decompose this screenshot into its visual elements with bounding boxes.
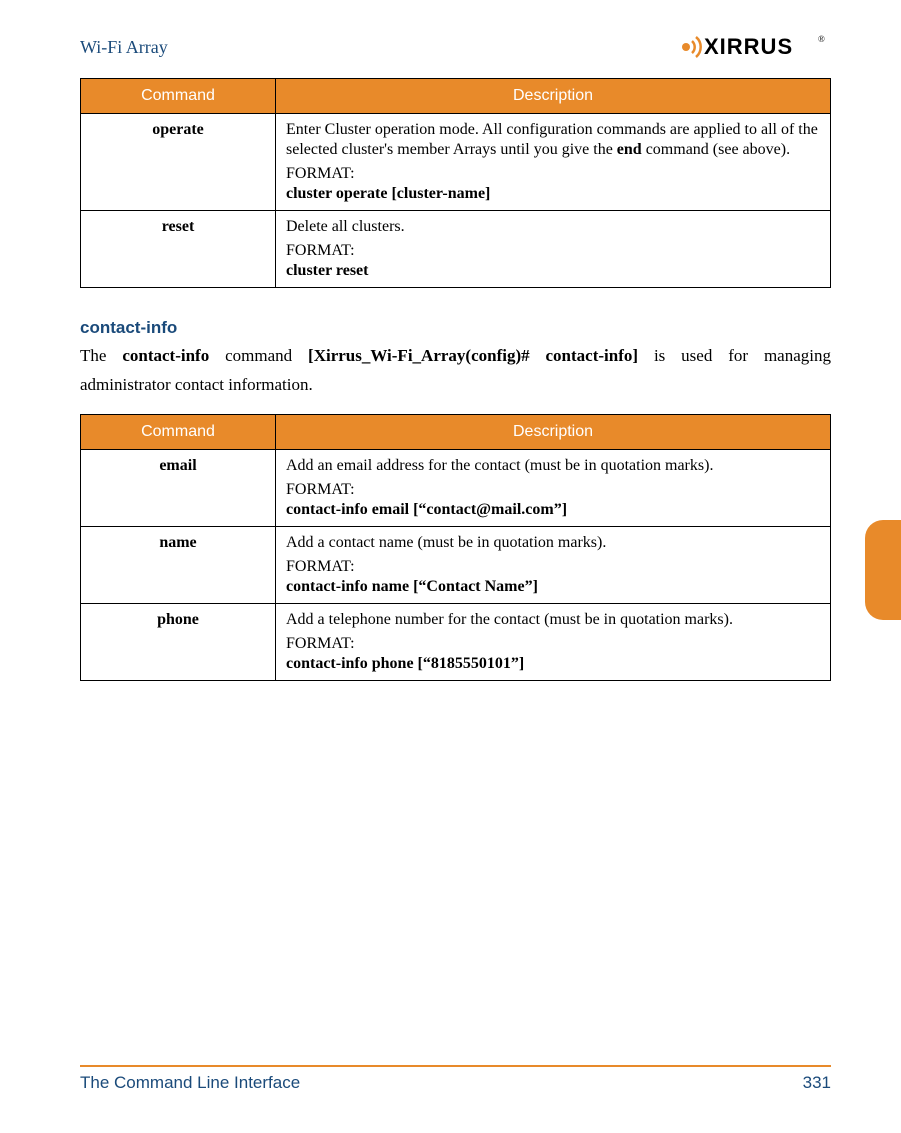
xirrus-logo-icon: XIRRUS ®: [671, 32, 831, 62]
svg-text:®: ®: [818, 34, 825, 44]
section-paragraph: The contact-info command [Xirrus_Wi-Fi_A…: [80, 342, 831, 400]
command-name: operate: [81, 114, 276, 211]
format-label: FORMAT:: [286, 480, 820, 500]
table-row: name Add a contact name (must be in quot…: [81, 526, 831, 603]
command-name: phone: [81, 603, 276, 680]
command-name: email: [81, 449, 276, 526]
section-heading-contact-info: contact-info: [80, 318, 831, 338]
format-code: contact-info email [“contact@mail.com”]: [286, 500, 820, 520]
section-text: The: [80, 346, 122, 365]
table1-header-description: Description: [276, 79, 831, 114]
page-footer: The Command Line Interface 331: [80, 1065, 831, 1093]
format-code: cluster reset: [286, 261, 820, 281]
command-description: Enter Cluster operation mode. All config…: [276, 114, 831, 211]
desc-text: Add an email address for the contact (mu…: [286, 456, 820, 476]
table-row: reset Delete all clusters. FORMAT: clust…: [81, 211, 831, 288]
desc-text: Add a contact name (must be in quotation…: [286, 533, 820, 553]
header-title: Wi-Fi Array: [80, 37, 168, 58]
svg-text:XIRRUS: XIRRUS: [704, 34, 793, 59]
table2-header-command: Command: [81, 414, 276, 449]
table1-header-command: Command: [81, 79, 276, 114]
section-text: command: [209, 346, 308, 365]
footer-page-number: 331: [803, 1073, 831, 1093]
command-description: Delete all clusters. FORMAT: cluster res…: [276, 211, 831, 288]
desc-text: Add a telephone number for the contact (…: [286, 610, 820, 630]
footer-chapter-title: The Command Line Interface: [80, 1073, 300, 1093]
table-row: operate Enter Cluster operation mode. Al…: [81, 114, 831, 211]
command-description: Add a contact name (must be in quotation…: [276, 526, 831, 603]
format-code: contact-info phone [“8185550101”]: [286, 654, 820, 674]
brand-logo: XIRRUS ®: [671, 32, 831, 62]
command-name: name: [81, 526, 276, 603]
section-bold: [Xirrus_Wi-Fi_Array(config)# contact-inf…: [308, 346, 638, 365]
format-label: FORMAT:: [286, 164, 820, 184]
format-code: cluster operate [cluster-name]: [286, 184, 820, 204]
side-thumb-tab: [865, 520, 901, 620]
footer-divider: [80, 1065, 831, 1067]
section-bold: contact-info: [122, 346, 209, 365]
command-description: Add a telephone number for the contact (…: [276, 603, 831, 680]
page-header: Wi-Fi Array XIRRUS ®: [80, 32, 831, 62]
contact-info-commands-table: Command Description email Add an email a…: [80, 414, 831, 681]
desc-text: Delete all clusters.: [286, 217, 820, 237]
cluster-commands-table: Command Description operate Enter Cluste…: [80, 78, 831, 288]
table-row: phone Add a telephone number for the con…: [81, 603, 831, 680]
table2-header-description: Description: [276, 414, 831, 449]
desc-bold: end: [617, 141, 642, 158]
format-label: FORMAT:: [286, 241, 820, 261]
format-code: contact-info name [“Contact Name”]: [286, 577, 820, 597]
command-description: Add an email address for the contact (mu…: [276, 449, 831, 526]
format-label: FORMAT:: [286, 557, 820, 577]
desc-text: command (see above).: [642, 141, 790, 158]
table-row: email Add an email address for the conta…: [81, 449, 831, 526]
command-name: reset: [81, 211, 276, 288]
format-label: FORMAT:: [286, 634, 820, 654]
